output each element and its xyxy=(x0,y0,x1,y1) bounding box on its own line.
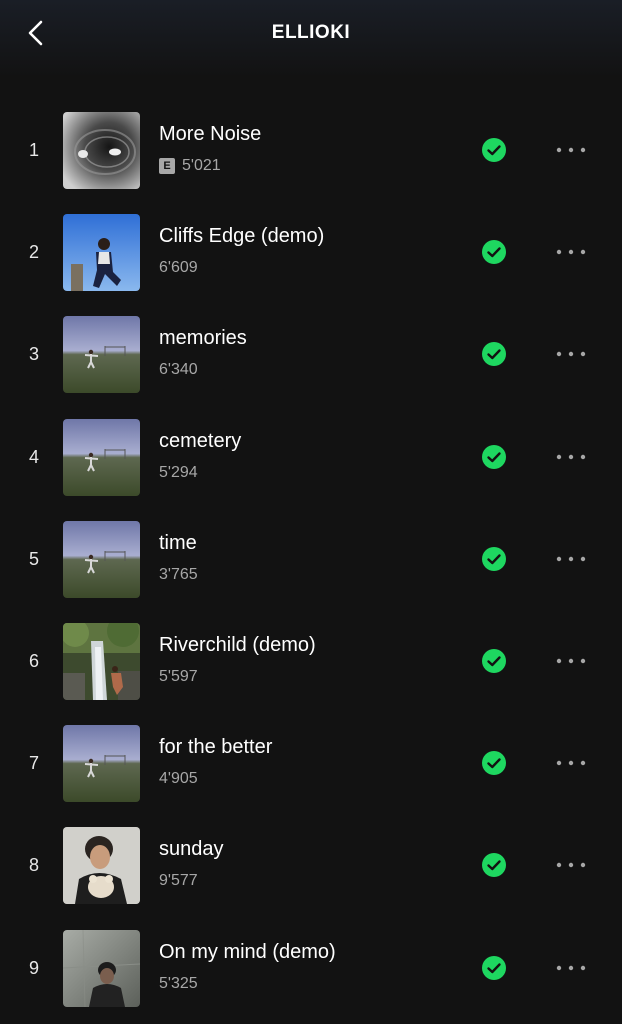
track-row[interactable]: 9 On my mind (demo) 5'325 xyxy=(0,917,622,1019)
track-number: 4 xyxy=(28,446,39,467)
more-options-button[interactable] xyxy=(550,137,592,163)
album-artwork xyxy=(63,725,140,803)
track-title: sunday xyxy=(159,838,224,861)
track-title: time xyxy=(159,531,197,554)
track-number: 6 xyxy=(28,650,39,671)
track-number: 3 xyxy=(28,344,39,365)
track-meta: 6'340 xyxy=(159,360,198,380)
track-row[interactable]: 1 More Noise E 5'021 xyxy=(0,99,622,201)
top-bar: ELLIOKI xyxy=(0,0,622,78)
play-count: 9'577 xyxy=(159,872,198,890)
checkmark-circle-icon xyxy=(482,751,506,776)
more-options-button[interactable] xyxy=(550,444,592,470)
more-horizontal-icon xyxy=(556,556,586,561)
track-title: cemetery xyxy=(159,429,242,452)
track-number: 5 xyxy=(28,548,39,569)
track-number: 7 xyxy=(28,753,39,774)
track-meta: 5'294 xyxy=(159,463,198,483)
more-options-button[interactable] xyxy=(550,648,592,674)
track-title: More Noise xyxy=(159,123,262,145)
play-count: 6'609 xyxy=(159,259,198,277)
checkmark-circle-icon xyxy=(482,342,506,367)
album-artwork xyxy=(63,112,140,189)
album-artwork xyxy=(63,520,140,598)
explicit-badge: E xyxy=(159,158,175,174)
track-title: Cliffs Edge (demo) xyxy=(159,225,325,248)
play-count: 3'765 xyxy=(159,565,198,583)
track-list: 1 More Noise E 5'021 2 Cliffs Edge (demo… xyxy=(0,99,622,1019)
track-row[interactable]: 5 time 3'765 xyxy=(0,508,622,610)
checkmark-circle-icon xyxy=(482,138,506,162)
play-count: 5'021 xyxy=(182,157,221,174)
more-options-button[interactable] xyxy=(550,239,592,265)
more-options-button[interactable] xyxy=(550,341,592,367)
checkmark-circle-icon xyxy=(482,546,506,571)
album-artwork xyxy=(63,622,140,700)
play-count: 5'597 xyxy=(159,667,198,685)
track-row[interactable]: 8 sunday 9'577 xyxy=(0,814,622,916)
track-row[interactable]: 3 memories 6'340 xyxy=(0,303,622,405)
more-horizontal-icon xyxy=(556,965,586,970)
album-artwork xyxy=(63,418,140,496)
album-artwork xyxy=(63,316,140,394)
track-title: for the better xyxy=(159,736,273,759)
checkmark-circle-icon xyxy=(482,648,506,673)
track-meta: E 5'021 xyxy=(159,156,221,176)
more-horizontal-icon xyxy=(556,352,586,357)
play-count: 4'905 xyxy=(159,770,198,788)
play-count: 6'340 xyxy=(159,361,198,379)
track-meta: 5'325 xyxy=(159,974,198,994)
track-row[interactable]: 7 for the better 4'905 xyxy=(0,712,622,814)
more-horizontal-icon xyxy=(556,454,586,459)
track-number: 9 xyxy=(28,957,39,978)
checkmark-circle-icon xyxy=(482,853,506,878)
track-meta: 3'765 xyxy=(159,565,198,585)
play-count: 5'325 xyxy=(159,974,198,992)
album-artwork xyxy=(63,827,140,905)
more-options-button[interactable] xyxy=(550,852,592,878)
track-row[interactable]: 6 Riverchild (demo) 5'597 xyxy=(0,610,622,712)
album-artwork xyxy=(63,929,140,1007)
more-horizontal-icon xyxy=(556,863,586,868)
track-meta: 4'905 xyxy=(159,769,198,789)
more-horizontal-icon xyxy=(556,249,586,255)
track-meta: 5'597 xyxy=(159,667,198,687)
track-number: 2 xyxy=(28,242,39,263)
more-horizontal-icon xyxy=(556,658,586,664)
track-meta: 9'577 xyxy=(159,871,198,891)
more-options-button[interactable] xyxy=(550,750,592,776)
more-horizontal-icon xyxy=(556,147,586,153)
track-title: memories xyxy=(159,327,247,350)
checkmark-circle-icon xyxy=(482,955,506,980)
page-title: ELLIOKI xyxy=(271,22,351,43)
track-row[interactable]: 4 cemetery 5'294 xyxy=(0,406,622,508)
track-number: 1 xyxy=(28,140,39,160)
more-options-button[interactable] xyxy=(550,955,592,981)
album-artwork xyxy=(63,214,140,292)
track-title: Riverchild (demo) xyxy=(159,633,316,656)
track-row[interactable]: 2 Cliffs Edge (demo) 6'609 xyxy=(0,201,622,303)
more-horizontal-icon xyxy=(556,760,586,766)
checkmark-circle-icon xyxy=(482,444,506,469)
checkmark-circle-icon xyxy=(482,240,506,265)
play-count: 5'294 xyxy=(159,463,198,481)
track-title: On my mind (demo) xyxy=(159,940,336,963)
more-options-button[interactable] xyxy=(550,546,592,572)
track-meta: 6'609 xyxy=(159,258,198,278)
track-number: 8 xyxy=(28,855,39,876)
